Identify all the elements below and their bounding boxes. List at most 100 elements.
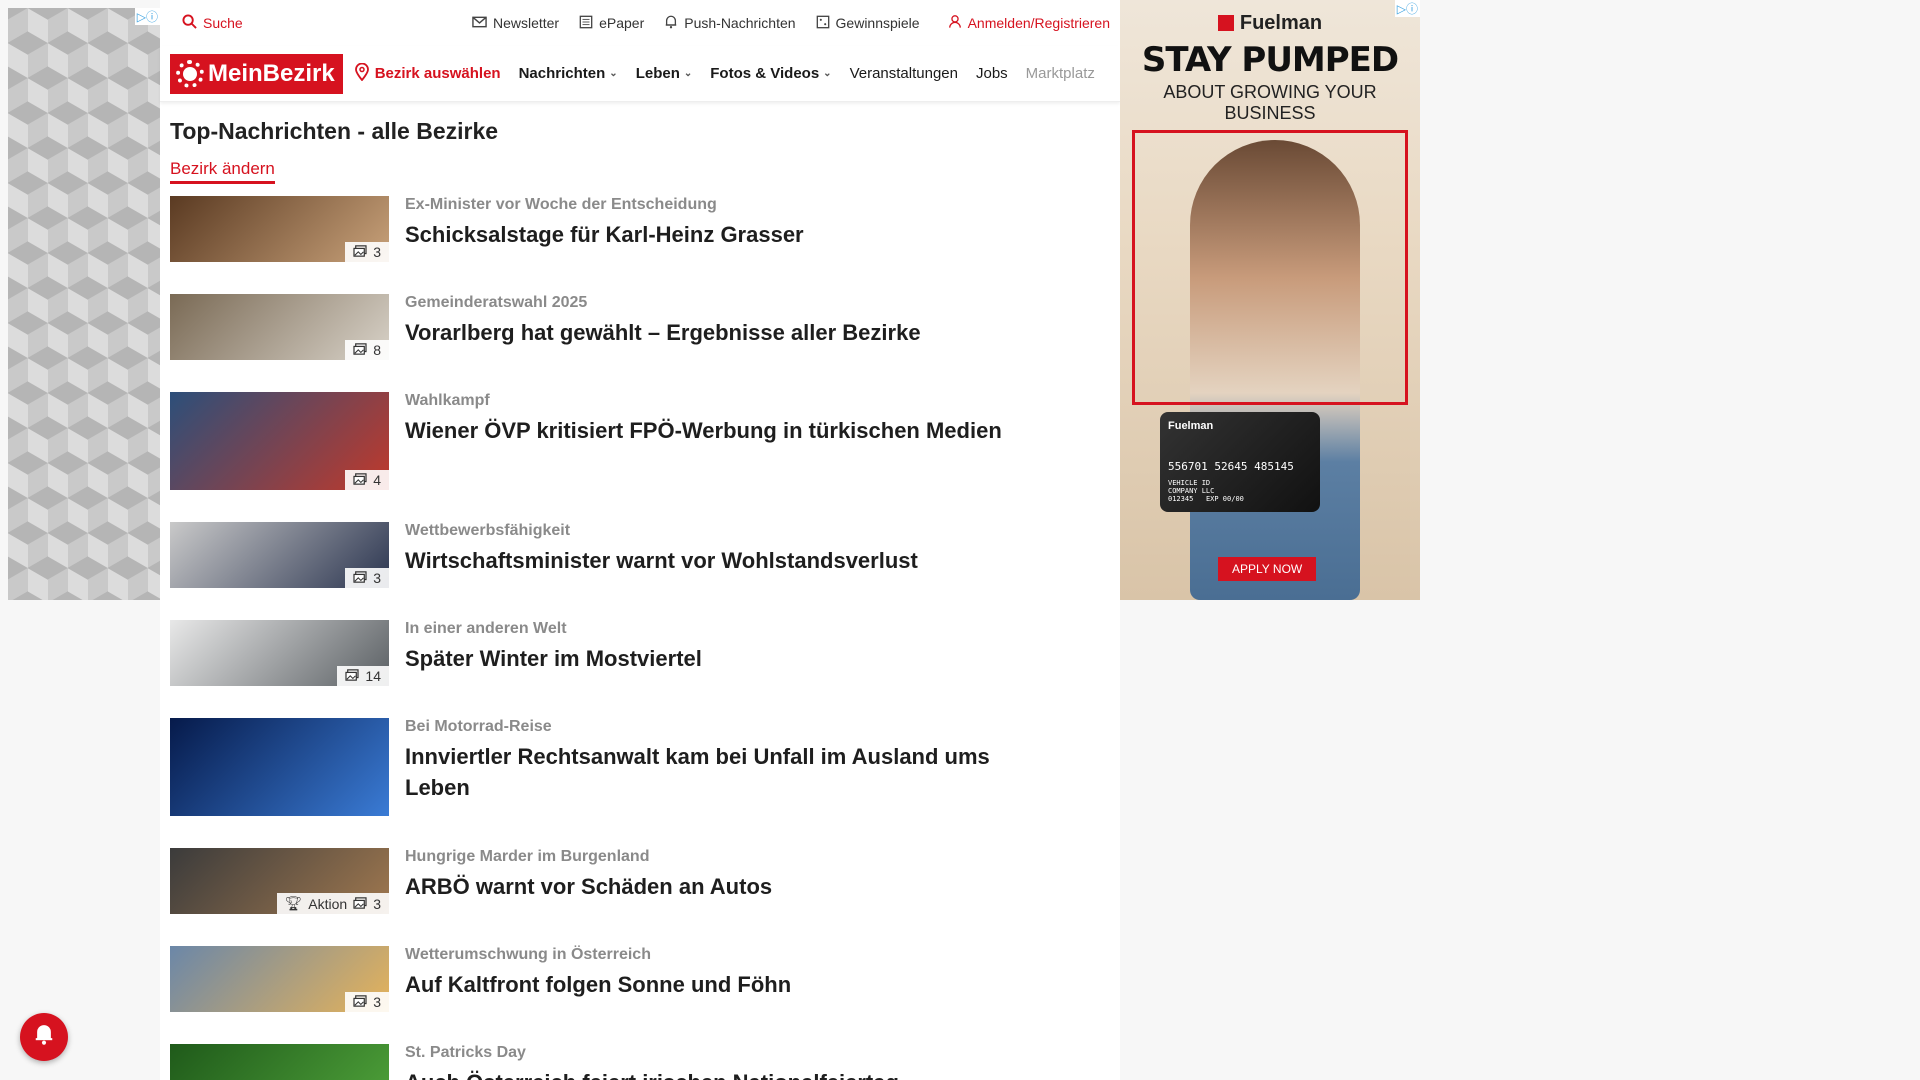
card-brand: Fuelman <box>1168 420 1214 432</box>
article-thumbnail[interactable]: 4 <box>170 392 389 490</box>
nav-item-label: Marktplatz <box>1025 65 1095 82</box>
nav-item-leben[interactable]: Leben ⌄ <box>636 65 693 82</box>
logo-sun-icon <box>176 59 204 88</box>
bezirk-select-label: Bezirk auswählen <box>374 65 501 82</box>
article-kicker: In einer anderen Welt <box>405 620 567 637</box>
epaper-link[interactable]: ePaper <box>579 15 644 32</box>
thumbnail-badge: 14 <box>337 666 389 686</box>
thumbnail-badge: 4 <box>345 470 389 490</box>
article-kicker: Ex-Minister vor Woche der Entscheidung <box>405 196 717 213</box>
article-thumbnail[interactable]: 8 <box>170 294 389 360</box>
article-text: Wettbewerbsfähigkeit Wirtschaftsminister … <box>405 522 918 588</box>
article-thumbnail[interactable]: 🏆︎ Aktion 3 <box>170 848 389 914</box>
nav-item-marktplatz[interactable]: Marktplatz <box>1026 65 1095 82</box>
login-link[interactable]: Anmelden/Registrieren <box>948 14 1110 32</box>
chevron-down-icon: ⌄ <box>609 68 618 79</box>
site-logo[interactable]: MeinBezirk <box>170 53 343 94</box>
article-headline[interactable]: Vorarlberg hat gewählt – Ergebnisse alle… <box>405 318 921 349</box>
image-count: 3 <box>373 994 381 1010</box>
nav-item-jobs[interactable]: Jobs <box>976 65 1008 82</box>
gewinnspiele-link[interactable]: Gewinnspiele <box>816 15 920 32</box>
newsletter-label: Newsletter <box>492 15 560 31</box>
nav-item-nachrichten[interactable]: Nachrichten ⌄ <box>519 65 618 82</box>
bezirk-change-link[interactable]: Bezirk ändern <box>170 159 275 184</box>
left-skyscraper-ad[interactable]: ▷ⓘ <box>8 8 160 600</box>
article-text: Wahlkampf Wiener ÖVP kritisiert FPÖ-Werbu… <box>405 392 1002 490</box>
article-item[interactable]: 3 Wettbewerbsfähigkeit Wirtschaftsminister… <box>170 522 1110 588</box>
nav-item-veranstaltungen[interactable]: Veranstaltungen <box>850 65 958 82</box>
nav-item-label: Jobs <box>975 65 1008 82</box>
mail-icon <box>472 15 487 31</box>
article-thumbnail[interactable]: ♡15 <box>170 1044 389 1080</box>
article-text: Hungrige Marder im Burgenland ARBÖ warnt … <box>405 848 772 914</box>
top-tools: Newsletter ePaper Push-Nachrichten Gewin… <box>472 14 920 32</box>
top-bar: Suche Newsletter ePaper Push-Nachrichten… <box>160 0 1120 46</box>
article-headline[interactable]: Schicksalstage für Karl-Heinz Grasser <box>405 220 804 251</box>
thumbnail-badge: 3 <box>345 242 389 262</box>
article-thumbnail[interactable]: 3 <box>170 196 389 262</box>
article-text: Bei Motorrad-Reise Innviertler Rechtsanwa… <box>405 718 1045 816</box>
article-thumbnail[interactable] <box>170 718 389 816</box>
article-thumbnail[interactable]: 3 <box>170 522 389 588</box>
push-label: Push-Nachrichten <box>684 15 796 31</box>
article-headline[interactable]: ARBÖ warnt vor Schäden an Autos <box>405 872 772 903</box>
gewinnspiele-label: Gewinnspiele <box>835 15 920 31</box>
article-item[interactable]: 3 Wetterumschwung in Österreich Auf Kaltfr… <box>170 946 1110 1012</box>
article-kicker: Gemeinderatswahl 2025 <box>405 294 588 311</box>
search-icon <box>182 14 197 32</box>
thumbnail-badge: 3 <box>345 992 389 1012</box>
article-item[interactable]: Bei Motorrad-Reise Innviertler Rechtsanwa… <box>170 718 1110 816</box>
gallery-icon <box>345 668 360 684</box>
image-count: 14 <box>365 668 381 684</box>
image-count: 3 <box>373 570 381 586</box>
nav-item-label: Fotos & Videos <box>710 65 820 82</box>
apply-now-button[interactable]: APPLY NOW <box>1218 557 1317 581</box>
article-text: Ex-Minister vor Woche der Entscheidung Sc… <box>405 196 804 262</box>
page-title: Top-Nachrichten - alle Bezirke <box>170 118 499 144</box>
bell-icon <box>33 1022 55 1052</box>
article-item[interactable]: 14 In einer anderen Welt Später Winter im … <box>170 620 1110 686</box>
article-headline[interactable]: Innviertler Rechtsanwalt kam bei Unfall … <box>405 742 1045 804</box>
article-headline[interactable]: Später Winter im Mostviertel <box>405 644 702 675</box>
article-item[interactable]: 3 Ex-Minister vor Woche der Entscheidung S… <box>170 196 1110 262</box>
article-thumbnail[interactable]: 3 <box>170 946 389 1012</box>
article-text: Gemeinderatswahl 2025 Vorarlberg hat gewä… <box>405 294 921 360</box>
right-banner-ad[interactable]: ▷ⓘ Fuelman STAY PUMPED ABOUT GROWING YOU… <box>1120 0 1420 600</box>
thumbnail-badge: 3 <box>345 568 389 588</box>
article-item[interactable]: 🏆︎ Aktion 3 Hungrige Marder im Burgenland AR… <box>170 848 1110 914</box>
article-text: Wetterumschwung in Österreich Auf Kaltfro… <box>405 946 791 1012</box>
article-item[interactable]: 8 Gemeinderatswahl 2025 Vorarlberg hat gew… <box>170 294 1110 360</box>
action-label: Aktion <box>308 895 348 912</box>
newsletter-link[interactable]: Newsletter <box>472 15 559 31</box>
article-thumbnail[interactable]: 14 <box>170 620 389 686</box>
card-line1: VEHICLE ID <box>1168 479 1211 487</box>
epaper-label: ePaper <box>599 15 645 31</box>
gallery-icon <box>353 472 367 488</box>
push-link[interactable]: Push-Nachrichten <box>664 14 796 32</box>
article-headline[interactable]: Wiener ÖVP kritisiert FPÖ-Werbung in tür… <box>405 416 1002 447</box>
nav-item-label: Leben <box>635 65 680 82</box>
ad-choices-icon[interactable]: ▷ⓘ <box>134 8 160 25</box>
article-headline[interactable]: Auch Österreich feiert irischen National… <box>405 1068 899 1080</box>
gallery-icon <box>353 342 367 358</box>
bell-icon <box>664 14 678 32</box>
user-icon <box>948 14 962 32</box>
article-item[interactable]: 4 Wahlkampf Wiener ÖVP kritisiert FPÖ-Werb… <box>170 392 1110 490</box>
search-link[interactable]: Suche <box>182 14 243 32</box>
image-count: 4 <box>373 472 381 488</box>
chevron-down-icon: ⌄ <box>683 68 693 79</box>
nav-item-label: Veranstaltungen <box>849 65 958 82</box>
login-label: Anmelden/Registrieren <box>967 15 1110 31</box>
chevron-down-icon: ⌄ <box>823 68 832 79</box>
bezirk-select-button[interactable]: Bezirk auswählen <box>354 62 501 85</box>
card-line2: COMPANY LLC <box>1168 487 1215 495</box>
article-headline[interactable]: Auf Kaltfront folgen Sonne und Föhn <box>405 970 791 1001</box>
card-number: 556701 52645 485145 <box>1168 460 1294 473</box>
article-headline[interactable]: Wirtschaftsminister warnt vor Wohlstands… <box>405 546 918 577</box>
main-navigation: MeinBezirk Bezirk auswählen Nachrichten … <box>160 46 1120 102</box>
nav-item-fotos-videos[interactable]: Fotos & Videos ⌄ <box>710 65 831 82</box>
article-kicker: Wettbewerbsfähigkeit <box>405 522 571 539</box>
notification-bell-button[interactable] <box>20 1013 68 1061</box>
article-item[interactable]: ♡15 St. Patricks Day Auch Österreich feier… <box>170 1044 1110 1080</box>
trophy-icon: 🏆︎ <box>284 895 303 911</box>
